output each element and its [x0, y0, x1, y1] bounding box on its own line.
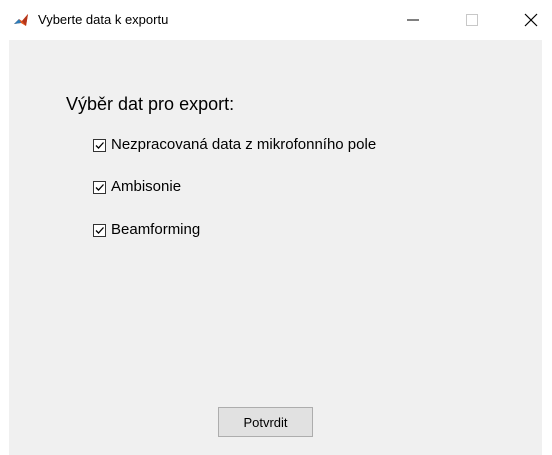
checkbox-beamforming[interactable]: Beamforming — [93, 220, 200, 240]
title-bar[interactable]: Vyberte data k exportu — [0, 0, 552, 40]
dialog-body: Výběr dat pro export: Nezpracovaná data … — [9, 40, 542, 455]
checkbox-label[interactable]: Beamforming — [111, 221, 200, 239]
close-icon — [524, 13, 538, 27]
maximize-button[interactable] — [449, 0, 495, 40]
checkbox-label[interactable]: Ambisonie — [111, 178, 181, 196]
checkmark-icon — [95, 141, 104, 149]
checkmark-icon — [95, 183, 104, 191]
matlab-icon — [13, 12, 29, 28]
checkbox-box[interactable] — [93, 223, 106, 237]
window-title: Vyberte data k exportu — [38, 12, 169, 27]
minimize-button[interactable] — [390, 0, 436, 40]
checkbox-label[interactable]: Nezpracovaná data z mikrofonního pole — [111, 136, 376, 154]
close-button[interactable] — [508, 0, 552, 40]
checkbox-box[interactable] — [93, 180, 106, 194]
checkbox-box[interactable] — [93, 138, 106, 152]
checkbox-ambisonics[interactable]: Ambisonie — [93, 177, 181, 197]
export-dialog-window: Vyberte data k exportu Výběr dat pro exp… — [0, 0, 552, 455]
maximize-icon — [466, 14, 478, 26]
checkbox-raw-data[interactable]: Nezpracovaná data z mikrofonního pole — [93, 135, 376, 155]
minimize-icon — [407, 14, 419, 26]
checkmark-icon — [95, 226, 104, 234]
confirm-button[interactable]: Potvrdit — [218, 407, 313, 437]
page-title: Výběr dat pro export: — [66, 94, 235, 114]
